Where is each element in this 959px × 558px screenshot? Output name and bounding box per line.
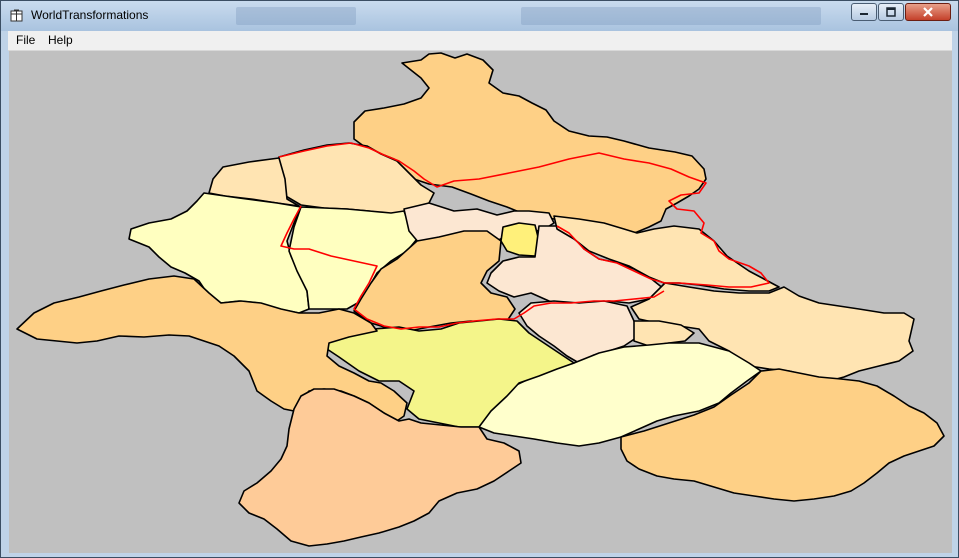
close-icon bbox=[923, 7, 933, 17]
map-region[interactable] bbox=[500, 222, 540, 257]
window-title: WorldTransformations bbox=[31, 8, 149, 22]
menu-bar: File Help bbox=[8, 31, 952, 51]
background-window-ghost bbox=[236, 7, 356, 25]
map-svg[interactable] bbox=[9, 51, 952, 553]
menu-help[interactable]: Help bbox=[44, 33, 77, 47]
background-window-ghost bbox=[521, 7, 821, 25]
maximize-icon bbox=[886, 7, 896, 17]
app-window: WorldTransformations File Help bbox=[0, 0, 959, 558]
minimize-button[interactable] bbox=[851, 3, 877, 21]
maximize-button[interactable] bbox=[878, 3, 904, 21]
close-button[interactable] bbox=[905, 3, 951, 21]
menu-file[interactable]: File bbox=[12, 33, 39, 47]
app-icon bbox=[10, 9, 23, 22]
minimize-icon bbox=[860, 13, 868, 15]
title-bar[interactable]: WorldTransformations bbox=[1, 1, 958, 31]
map-canvas[interactable] bbox=[9, 51, 952, 553]
